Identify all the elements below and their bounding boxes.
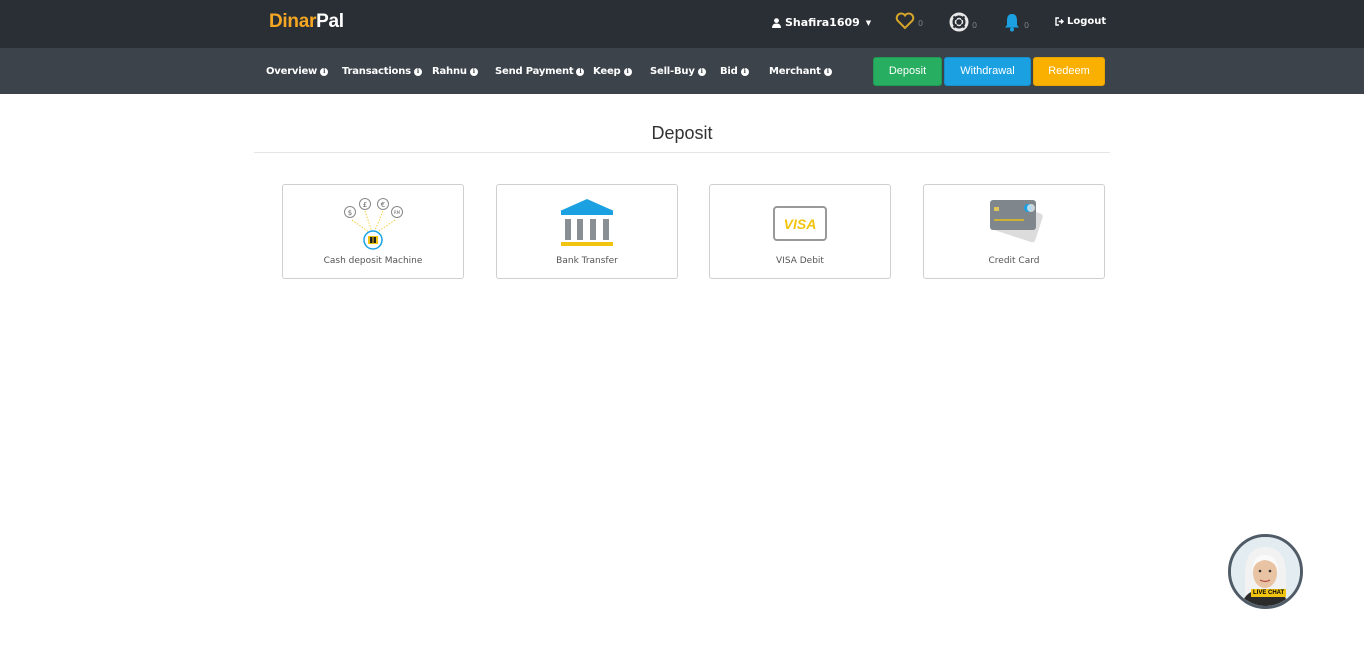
nav-item-label: Transactions (342, 66, 411, 77)
heart-icon (895, 12, 915, 30)
logout-icon (1055, 17, 1064, 26)
info-icon: i (740, 67, 749, 76)
nav-item-merchant[interactable]: Merchant i (769, 66, 832, 77)
support-button[interactable]: 0 (949, 12, 977, 32)
main-nav: Overview i Transactions i Rahnu i Send Paym… (0, 48, 1364, 94)
logout-button[interactable]: Logout (1055, 16, 1106, 27)
credit-card-icon (990, 200, 1043, 243)
nav-item-label: Rahnu (432, 66, 467, 77)
page-title: Deposit (651, 123, 713, 143)
user-icon (772, 17, 781, 28)
info-icon: i (413, 67, 422, 76)
deposit-method-label: VISA Debit (776, 256, 824, 266)
nav-item-send-payment[interactable]: Send Payment i (495, 66, 585, 77)
visa-card-icon: VISA (773, 206, 827, 241)
visa-card-text: VISA (784, 216, 817, 232)
deposit-method-cash-deposit-machine[interactable]: $ £ € RM Cash deposit Machine (282, 184, 464, 279)
info-icon: i (823, 67, 832, 76)
deposit-method-label: Bank Transfer (556, 256, 618, 266)
nav-item-overview[interactable]: Overview i (266, 66, 329, 77)
user-menu[interactable]: Shafira1609 ▼ (772, 16, 871, 29)
bell-icon (1005, 14, 1019, 32)
info-icon: i (697, 67, 706, 76)
withdrawal-button[interactable]: Withdrawal (944, 57, 1031, 86)
info-icon: i (576, 67, 585, 76)
nav-item-transactions[interactable]: Transactions i (342, 66, 422, 77)
lifebuoy-icon (949, 12, 969, 32)
deposit-method-bank-transfer[interactable]: Bank Transfer (496, 184, 678, 279)
nav-item-label: Overview (266, 66, 318, 77)
notifications-count: 0 (1024, 21, 1030, 30)
nav-item-label: Merchant (769, 66, 821, 77)
nav-item-label: Bid (720, 66, 738, 77)
live-chat-button[interactable]: LIVE CHAT (1228, 534, 1303, 609)
nav-item-rahnu[interactable]: Rahnu i (432, 66, 478, 77)
bank-icon (560, 199, 614, 246)
support-count: 0 (972, 21, 978, 30)
svg-text:£: £ (363, 201, 367, 209)
nav-item-label: Send Payment (495, 66, 574, 77)
svg-text:€: € (381, 201, 385, 209)
info-icon: i (623, 67, 632, 76)
nav-item-label: Sell-Buy (650, 66, 695, 77)
nav-item-keep[interactable]: Keep i (593, 66, 632, 77)
favorites-count: 0 (918, 19, 924, 28)
nav-item-bid[interactable]: Bid i (720, 66, 749, 77)
chevron-down-icon: ▼ (865, 18, 872, 27)
logo-part-pal: Pal (316, 11, 344, 32)
live-chat-label: LIVE CHAT (1251, 589, 1287, 597)
nav-item-sell-buy[interactable]: Sell-Buy i (650, 66, 706, 77)
username: Shafira1609 (785, 16, 860, 29)
info-icon: i (320, 67, 329, 76)
svg-text:$: $ (348, 209, 352, 217)
info-icon: i (469, 67, 478, 76)
logo-part-dinar: Dinar (269, 11, 317, 32)
deposit-method-credit-card[interactable]: Credit Card (923, 184, 1105, 279)
nav-item-label: Keep (593, 66, 621, 77)
deposit-method-label: Credit Card (988, 256, 1040, 266)
deposit-method-visa-debit[interactable]: VISA VISA Debit (709, 184, 891, 279)
title-divider (254, 152, 1110, 153)
svg-text:RM: RM (394, 210, 401, 215)
favorites-button[interactable]: 0 (895, 12, 923, 30)
dinarpal-logo[interactable]: DinarPal (269, 11, 344, 33)
redeem-button[interactable]: Redeem (1033, 57, 1105, 86)
top-bar: DinarPal Shafira1609 ▼ 0 0 0 Logout (0, 0, 1364, 48)
cash-deposit-machine-icon: $ £ € RM (344, 198, 403, 250)
deposit-method-label: Cash deposit Machine (323, 256, 423, 266)
notifications-button[interactable]: 0 (1003, 12, 1029, 32)
deposit-button[interactable]: Deposit (873, 57, 942, 86)
logout-label: Logout (1067, 16, 1107, 27)
